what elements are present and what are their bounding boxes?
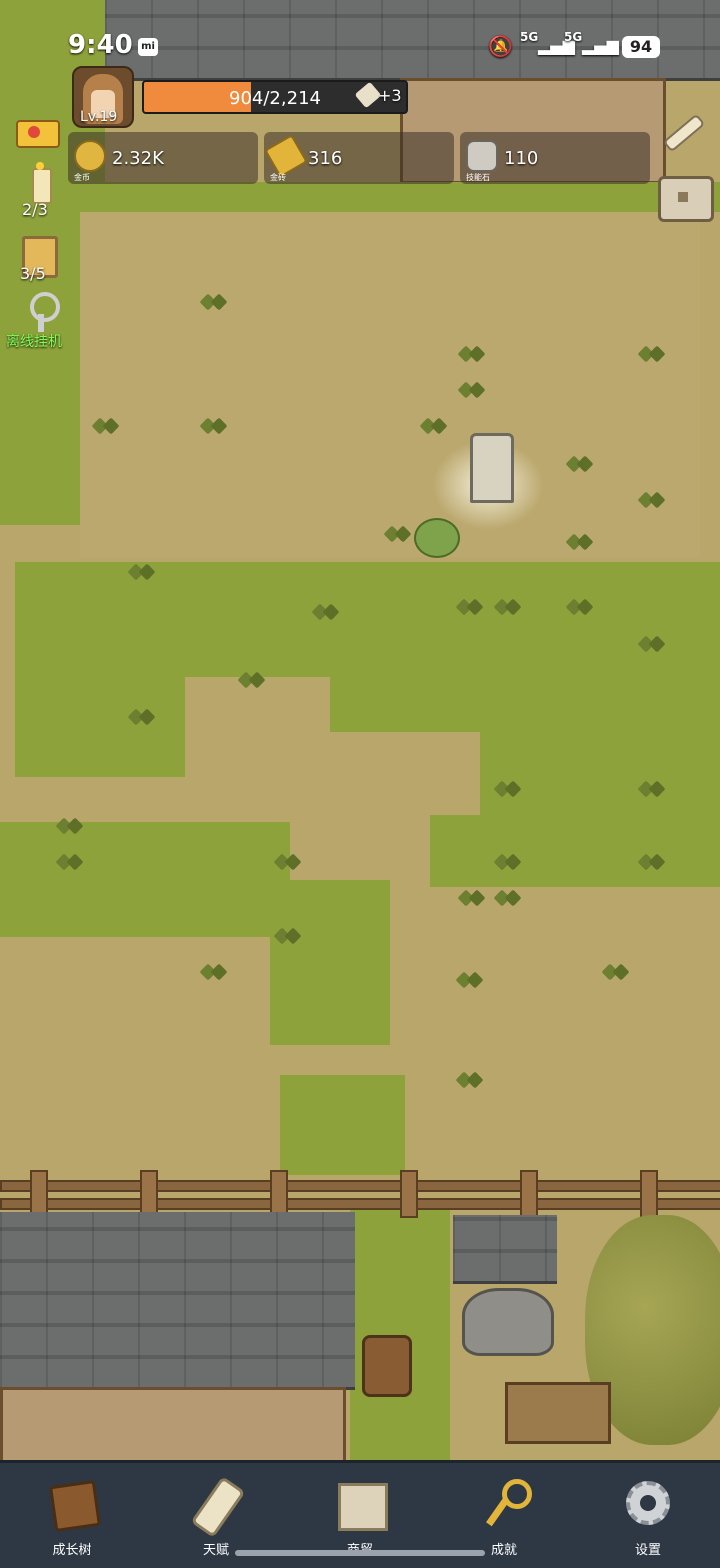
bottom-building-wall xyxy=(0,1387,346,1460)
resource-label: 金砖 xyxy=(270,173,286,182)
crop-sprout xyxy=(566,595,594,619)
crop-sprout xyxy=(456,968,484,992)
grass-patch xyxy=(0,182,720,212)
resource-value: 316 xyxy=(308,148,343,169)
signal-5g-2: 5G xyxy=(564,30,583,44)
nav-settings[interactable]: 设置 xyxy=(598,1471,698,1563)
fence-post xyxy=(140,1170,158,1218)
nav-label: 设置 xyxy=(634,1543,661,1558)
resource-label: 金币 xyxy=(74,173,90,182)
crop-sprout xyxy=(128,560,156,584)
stone-well[interactable] xyxy=(462,1288,554,1356)
grass-patch xyxy=(15,562,720,677)
crop-sprout xyxy=(458,378,486,402)
key-icon xyxy=(480,1477,532,1529)
crop-sprout xyxy=(56,814,84,838)
crop-sprout xyxy=(458,886,486,910)
book-icon xyxy=(48,1477,101,1532)
grass-patch xyxy=(430,815,490,887)
bottom-building-roof xyxy=(0,1212,355,1390)
crop-sprout xyxy=(602,960,630,984)
crop-sprout xyxy=(200,414,228,438)
scroll-icon xyxy=(190,1476,246,1538)
fence-post xyxy=(520,1170,538,1218)
fence-post xyxy=(270,1170,288,1218)
grass-patch xyxy=(330,677,720,732)
status-bar: 9:40 mi 🔕 5G ▂▄▆ 5G ▂▄▆ 94 xyxy=(68,30,660,66)
cabbage-crop xyxy=(414,518,460,558)
wind-up-key-icon[interactable] xyxy=(20,290,64,334)
candle-count: 2/3 xyxy=(22,200,48,219)
crop-sprout xyxy=(638,777,666,801)
crop-sprout xyxy=(494,850,522,874)
crop-sprout xyxy=(200,290,228,314)
grass-patch xyxy=(15,677,185,777)
grass-patch xyxy=(350,1200,450,1460)
signal-bars-icon: ▂▄▆ xyxy=(582,36,619,55)
resource-gold-bar[interactable]: 316 金砖 xyxy=(264,132,454,184)
wooden-barrel xyxy=(362,1335,412,1397)
crop-sprout xyxy=(638,632,666,656)
crop-sprout xyxy=(566,452,594,476)
gold-coin-icon xyxy=(74,140,106,172)
farm-map[interactable] xyxy=(0,0,720,1460)
crown-icon[interactable] xyxy=(14,108,60,152)
crop-sprout xyxy=(456,1068,484,1092)
crop-sprout xyxy=(238,668,266,692)
crop-sprout xyxy=(566,530,594,554)
player-level: Lv.19 xyxy=(80,109,118,125)
signal-5g-1: 5G xyxy=(520,30,539,44)
gear-icon xyxy=(624,1477,672,1529)
resource-value: 2.32K xyxy=(112,148,164,169)
crop-sprout xyxy=(384,522,412,546)
crop-sprout xyxy=(420,414,448,438)
resource-skill-stone[interactable]: 110 技能石 xyxy=(460,132,650,184)
grass-patch xyxy=(0,822,290,937)
crop-sprout xyxy=(92,414,120,438)
fence-rail xyxy=(0,1180,720,1192)
xp-bonus: +3 xyxy=(378,86,402,105)
crop-sprout xyxy=(200,960,228,984)
crop-sprout xyxy=(56,850,84,874)
gravestone-marker[interactable] xyxy=(470,433,514,503)
treasure-chest-icon[interactable] xyxy=(656,168,714,222)
well-roof xyxy=(453,1215,557,1284)
fence-post xyxy=(30,1170,48,1218)
offline-idle-label[interactable]: 离线挂机 xyxy=(6,331,62,351)
grass-patch xyxy=(270,880,390,1045)
dirt-field xyxy=(80,212,700,557)
fence-post xyxy=(640,1170,658,1218)
skill-stone-icon xyxy=(466,140,498,172)
fence-rail xyxy=(0,1198,720,1210)
crop-sprout xyxy=(128,705,156,729)
grass-patch xyxy=(280,1075,405,1175)
nav-growth-tree[interactable]: 成长树 xyxy=(22,1471,122,1563)
beer-count: 3/5 xyxy=(20,264,46,283)
resource-value: 110 xyxy=(504,148,539,169)
clock: 9:40 xyxy=(68,30,133,60)
resource-label: 技能石 xyxy=(466,173,490,182)
home-indicator[interactable] xyxy=(235,1550,485,1556)
crop-sprout xyxy=(312,600,340,624)
nav-label: 成长树 xyxy=(52,1543,92,1558)
crop-sprout xyxy=(638,488,666,512)
crop-sprout xyxy=(638,850,666,874)
resource-gold-coin[interactable]: 2.32K 金币 xyxy=(68,132,258,184)
battery-indicator: 94 xyxy=(622,36,660,58)
crop-sprout xyxy=(494,886,522,910)
crop-sprout xyxy=(494,777,522,801)
bone-tool-icon[interactable] xyxy=(658,108,706,153)
crop-sprout xyxy=(274,850,302,874)
crop-sprout xyxy=(638,342,666,366)
crop-sprout xyxy=(456,595,484,619)
mute-icon: 🔕 xyxy=(488,34,513,58)
carrier-badge: mi xyxy=(138,38,158,56)
map-icon xyxy=(336,1477,388,1531)
fence-post xyxy=(400,1170,418,1218)
crop-sprout xyxy=(458,342,486,366)
wooden-cart xyxy=(505,1382,611,1444)
crop-sprout xyxy=(494,595,522,619)
crop-sprout xyxy=(274,924,302,948)
